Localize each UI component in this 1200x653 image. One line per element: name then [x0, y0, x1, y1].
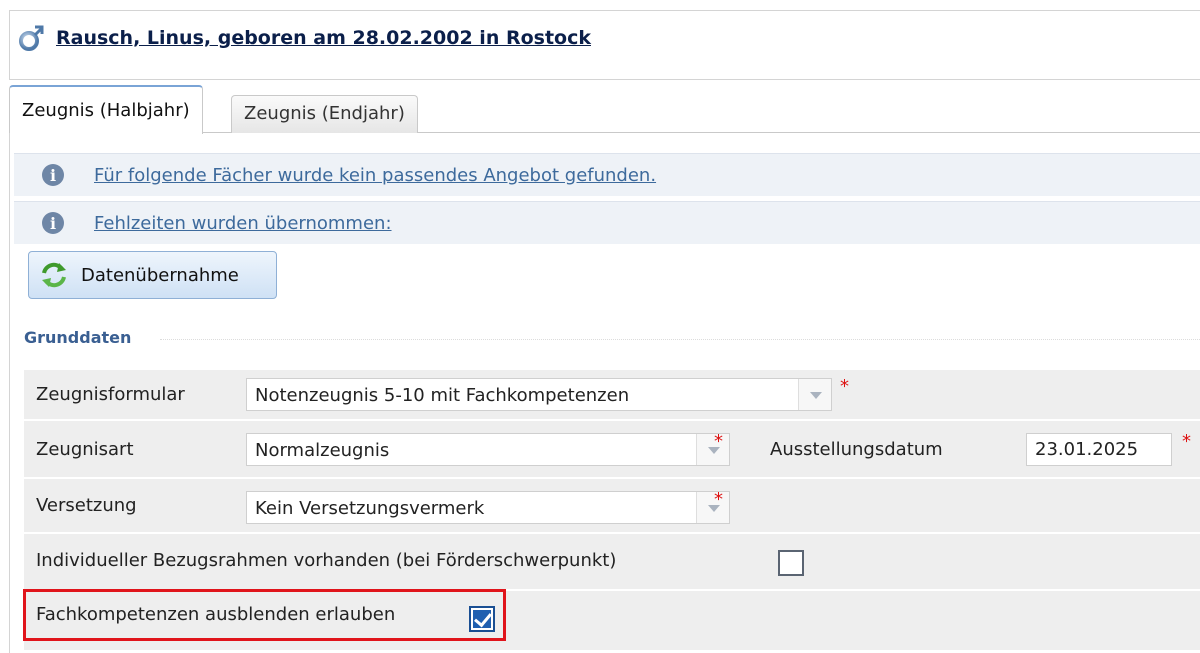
bezugsrahmen-checkbox[interactable] — [778, 550, 804, 576]
data-import-button[interactable]: Datenübernahme — [28, 251, 277, 299]
fachkompetenzen-label: Fachkompetenzen ausblenden erlauben — [36, 604, 396, 625]
person-name[interactable]: Rausch, Linus, geboren am 28.02.2002 in … — [56, 27, 591, 49]
bezugsrahmen-label: Individueller Bezugsrahmen vorhanden (be… — [36, 550, 617, 571]
tab-halbjahr[interactable]: Zeugnis (Halbjahr) — [9, 85, 203, 134]
male-person-icon — [19, 25, 44, 51]
tab-bar: Zeugnis (Halbjahr) Zeugnis (Endjahr) — [9, 85, 1200, 134]
info-link-absences[interactable]: Fehlzeiten wurden übernommen: — [94, 213, 392, 234]
versetzung-select[interactable]: Kein Versetzungsvermerk — [246, 491, 730, 524]
chevron-down-icon[interactable] — [696, 492, 729, 523]
chevron-down-icon[interactable] — [696, 434, 729, 465]
zeugnisart-select[interactable]: Normalzeugnis — [246, 433, 730, 466]
required-marker: * — [714, 431, 723, 452]
refresh-icon — [42, 262, 66, 288]
info-message: i Fehlzeiten wurden übernommen: — [14, 201, 1200, 244]
required-marker: * — [840, 376, 849, 397]
form-row-bezugsrahmen: Individueller Bezugsrahmen vorhanden (be… — [24, 533, 1200, 589]
zeugnisformular-value: Notenzeugnis 5-10 mit Fachkompetenzen — [255, 385, 630, 406]
fachkompetenzen-checkbox[interactable] — [469, 606, 495, 632]
zeugnisart-value: Normalzeugnis — [255, 440, 390, 461]
info-icon: i — [42, 212, 64, 234]
zeugnisformular-select[interactable]: Notenzeugnis 5-10 mit Fachkompetenzen — [246, 378, 832, 411]
section-title-grunddaten: Grunddaten — [24, 328, 132, 347]
data-import-label: Datenübernahme — [81, 264, 239, 286]
section-divider — [160, 339, 1200, 340]
ausstellungsdatum-label: Ausstellungsdatum — [770, 439, 943, 460]
ausstellungsdatum-input[interactable] — [1026, 433, 1172, 466]
chevron-down-icon[interactable] — [798, 379, 831, 410]
info-icon: i — [42, 164, 64, 186]
required-marker: * — [1182, 431, 1191, 452]
tab-endjahr[interactable]: Zeugnis (Endjahr) — [231, 95, 418, 133]
zeugnisart-label: Zeugnisart — [36, 439, 134, 460]
person-link[interactable]: Rausch, Linus, geboren am 28.02.2002 in … — [18, 24, 591, 52]
form-row-zeugnisformular: Zeugnisformular Notenzeugnis 5-10 mit Fa… — [24, 369, 1200, 419]
versetzung-value: Kein Versetzungsvermerk — [255, 498, 485, 519]
form-row-zeugnisart: Zeugnisart Normalzeugnis * Ausstellungsd… — [24, 420, 1200, 477]
info-message: i Für folgende Fächer wurde kein passend… — [14, 153, 1200, 196]
zeugnisformular-label: Zeugnisformular — [36, 384, 185, 405]
required-marker: * — [714, 489, 723, 510]
form-row-fachkompetenzen: Fachkompetenzen ausblenden erlauben — [24, 590, 1200, 650]
info-link-no-offer[interactable]: Für folgende Fächer wurde kein passendes… — [94, 165, 656, 186]
form-row-versetzung: Versetzung Kein Versetzungsvermerk * — [24, 478, 1200, 532]
versetzung-label: Versetzung — [36, 495, 137, 516]
